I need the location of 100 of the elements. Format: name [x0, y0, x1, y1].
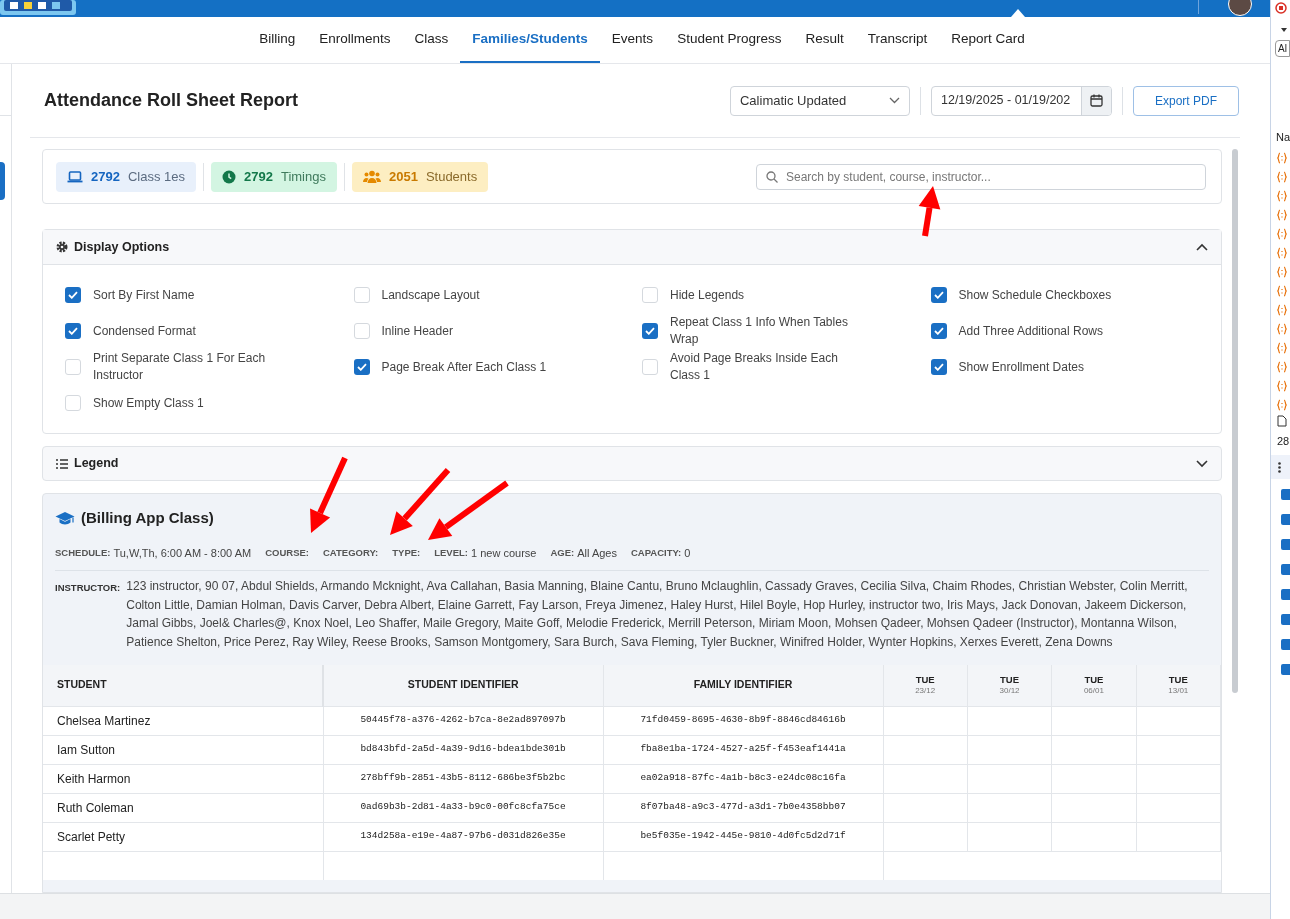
- checkbox[interactable]: [65, 395, 81, 411]
- checkbox[interactable]: [353, 323, 370, 339]
- panel-title: Legend: [74, 455, 120, 473]
- more-icon[interactable]: [1278, 461, 1281, 473]
- date-column-header: TUE 13/01: [1136, 665, 1221, 706]
- meta-value: All Ages: [577, 545, 617, 561]
- meta-label: SCHEDULE:: [55, 545, 111, 560]
- nav-tab[interactable]: Result: [793, 17, 856, 63]
- date-column-header: TUE 23/12: [883, 665, 968, 706]
- checkbox-icon: [1281, 489, 1290, 500]
- stat-count: 2792: [244, 167, 273, 186]
- page-title: Attendance Roll Sheet Report: [44, 89, 300, 112]
- request-count: 28: [1277, 433, 1290, 449]
- checkbox[interactable]: [930, 359, 947, 375]
- list-icon: [56, 458, 68, 469]
- class-title: (Billing App Class): [81, 508, 214, 528]
- checkbox[interactable]: [65, 287, 81, 303]
- student-cell: Keith Harmon: [43, 764, 323, 793]
- checkbox-icon: [1281, 539, 1290, 550]
- scrollbar-thumb[interactable]: [1232, 149, 1238, 693]
- option-label: Sort By First Name: [93, 286, 195, 304]
- braces-icon: [1277, 246, 1287, 259]
- option-label: Show Enrollment Dates: [958, 358, 1084, 376]
- nav-tab[interactable]: Report Card: [939, 17, 1037, 63]
- search-input[interactable]: Search by student, course, instructor...: [786, 167, 1196, 186]
- braces-icon: [1277, 360, 1287, 373]
- meta-value: Tu,W,Th, 6:00 AM - 8:00 AM: [113, 545, 252, 561]
- search-field[interactable]: Search by student, course, instructor...: [756, 163, 1206, 190]
- id-cell: bd843bfd-2a5d-4a39-9d16-bdea1bde301b: [323, 735, 603, 764]
- nav-tab[interactable]: Class: [402, 17, 461, 63]
- nav-tab[interactable]: Enrollments: [307, 17, 403, 63]
- sidebar-tab[interactable]: [0, 162, 5, 200]
- option-label: Hide Legends: [670, 286, 745, 304]
- checkbox[interactable]: [353, 287, 370, 303]
- option-label: Show Schedule Checkboxes: [958, 286, 1112, 304]
- checkbox-icon: [1281, 589, 1290, 600]
- check-icon: [68, 327, 78, 335]
- filter-field[interactable]: Al: [1275, 40, 1290, 57]
- id-cell: 134d258a-e19e-4a87-97b6-d031d826e35e: [323, 822, 603, 851]
- braces-icon: [1277, 322, 1287, 335]
- checkbox[interactable]: [353, 359, 370, 375]
- calendar-icon[interactable]: [1090, 94, 1103, 107]
- checkbox[interactable]: [642, 359, 658, 375]
- option-label: Add Three Additional Rows: [958, 322, 1104, 340]
- export-pdf-button[interactable]: Export PDF: [1133, 85, 1239, 116]
- meta-label: CATEGORY:: [323, 545, 379, 560]
- checkbox-icon: [1281, 514, 1290, 525]
- meta-value: 1 new course: [471, 545, 537, 561]
- column-header: Na: [1276, 130, 1290, 145]
- stat-label: Students: [425, 167, 478, 186]
- meta-label: COURSE:: [265, 545, 309, 560]
- check-icon: [645, 327, 655, 335]
- stat-label: Timings: [280, 167, 326, 186]
- id-cell: 50445f78-a376-4262-b7ca-8e2ad897097b: [323, 706, 603, 735]
- column-header: FAMILY IDENTIFIER: [603, 665, 883, 706]
- date-column-header: TUE 30/12: [967, 665, 1052, 706]
- chevron-icon[interactable]: [1196, 459, 1208, 468]
- nav-tab[interactable]: Families/Students: [460, 17, 600, 63]
- nav-tab[interactable]: Student Progress: [665, 17, 794, 63]
- file-icon: [1277, 414, 1287, 427]
- id-cell: 71fd0459-8695-4630-8b9f-8846cd84616b: [603, 706, 883, 735]
- id-cell: 0ad69b3b-2d81-4a33-b9c0-00fc8cfa75ce: [323, 793, 603, 822]
- option-label: Inline Header: [381, 322, 453, 340]
- option-label: Print Separate Class 1 For Each Instructor: [93, 350, 267, 384]
- meta-value: 0: [684, 545, 691, 561]
- braces-icon: [1277, 303, 1287, 316]
- checkbox[interactable]: [65, 323, 81, 339]
- braces-icon: [1277, 265, 1287, 278]
- column-header: STUDENT IDENTIFIER: [323, 665, 603, 706]
- checkbox[interactable]: [65, 359, 81, 375]
- date-range-field[interactable]: 12/19/2025 - 01/19/202: [931, 85, 1112, 116]
- instructor-label: INSTRUCTOR:: [55, 581, 121, 595]
- checkbox[interactable]: [642, 323, 658, 339]
- braces-icon: [1277, 379, 1287, 392]
- template-select[interactable]: Calimatic Updated: [730, 85, 910, 116]
- checkbox[interactable]: [930, 287, 947, 303]
- record-icon[interactable]: [1275, 2, 1287, 14]
- nav-tab[interactable]: Billing: [247, 17, 308, 63]
- braces-icon: [1277, 208, 1287, 221]
- nav-tab[interactable]: Transcript: [855, 17, 940, 63]
- graduation-cap-icon: [55, 510, 75, 526]
- column-header: STUDENT: [43, 665, 323, 706]
- option-label: Avoid Page Breaks Inside Each Class 1: [670, 350, 839, 384]
- nav-tab[interactable]: Events: [599, 17, 666, 63]
- stat-count: 2051: [388, 167, 418, 186]
- caret-icon[interactable]: [1281, 28, 1287, 32]
- checkbox[interactable]: [930, 323, 947, 339]
- id-cell: 8f07ba48-a9c3-477d-a3d1-7b0e4358bb07: [603, 793, 883, 822]
- checkbox[interactable]: [642, 287, 658, 303]
- gear-icon: [56, 241, 68, 253]
- braces-icon: [1277, 341, 1287, 354]
- chevron-icon[interactable]: [1196, 243, 1208, 251]
- option-label: Condensed Format: [93, 322, 196, 340]
- instructor-list: 123 instructor, 90 07, Abdul Shields, Armando Mcknight, Ava Callahan, Basia Manning, Blaine Cantu, Bruno Mclaughlin, Cassady Graves, Cecilia Silva, Chaim Rhodes, Christian Webster, Colin Merritt, Colton Little, Damian Holman, Davis Carver, Debra Albert, Elaine Garrett, Fay Larson, Freya Jimenez, Haley Hurst, Hilel Boyle, Hop Hurley, instructor two, Iris Mays, Jack Donovan, Jakeem Dickerson, Jamal Gibbs, Joel& Charles@, Knox Noel, Leo Shaffer, Maile Gregory, Maite Goff, Melodie Frederick, Merrill Peterson, Miriam Moon, Mohsen Qadeer, Mohsen Qadeer (Instructor), Montanna Wilson, Patience Shelton, Price Perez, Ray Wiley, Reese Brooks, Samson Montgomery, Sara Burch, Sava Fleming, Tyler Buckner, Winifred Holder, Wynter Hopkins, Xerxes Everett, Zena Downs: [126, 577, 1209, 651]
- logo-icon[interactable]: [0, 0, 78, 17]
- meta-label: LEVEL:: [434, 545, 468, 560]
- braces-icon: [1277, 170, 1287, 183]
- checkbox-icon: [1281, 639, 1290, 650]
- id-cell: 278bff9b-2851-43b5-8112-686be3f5b2bc: [323, 764, 603, 793]
- braces-icon: [1277, 151, 1287, 164]
